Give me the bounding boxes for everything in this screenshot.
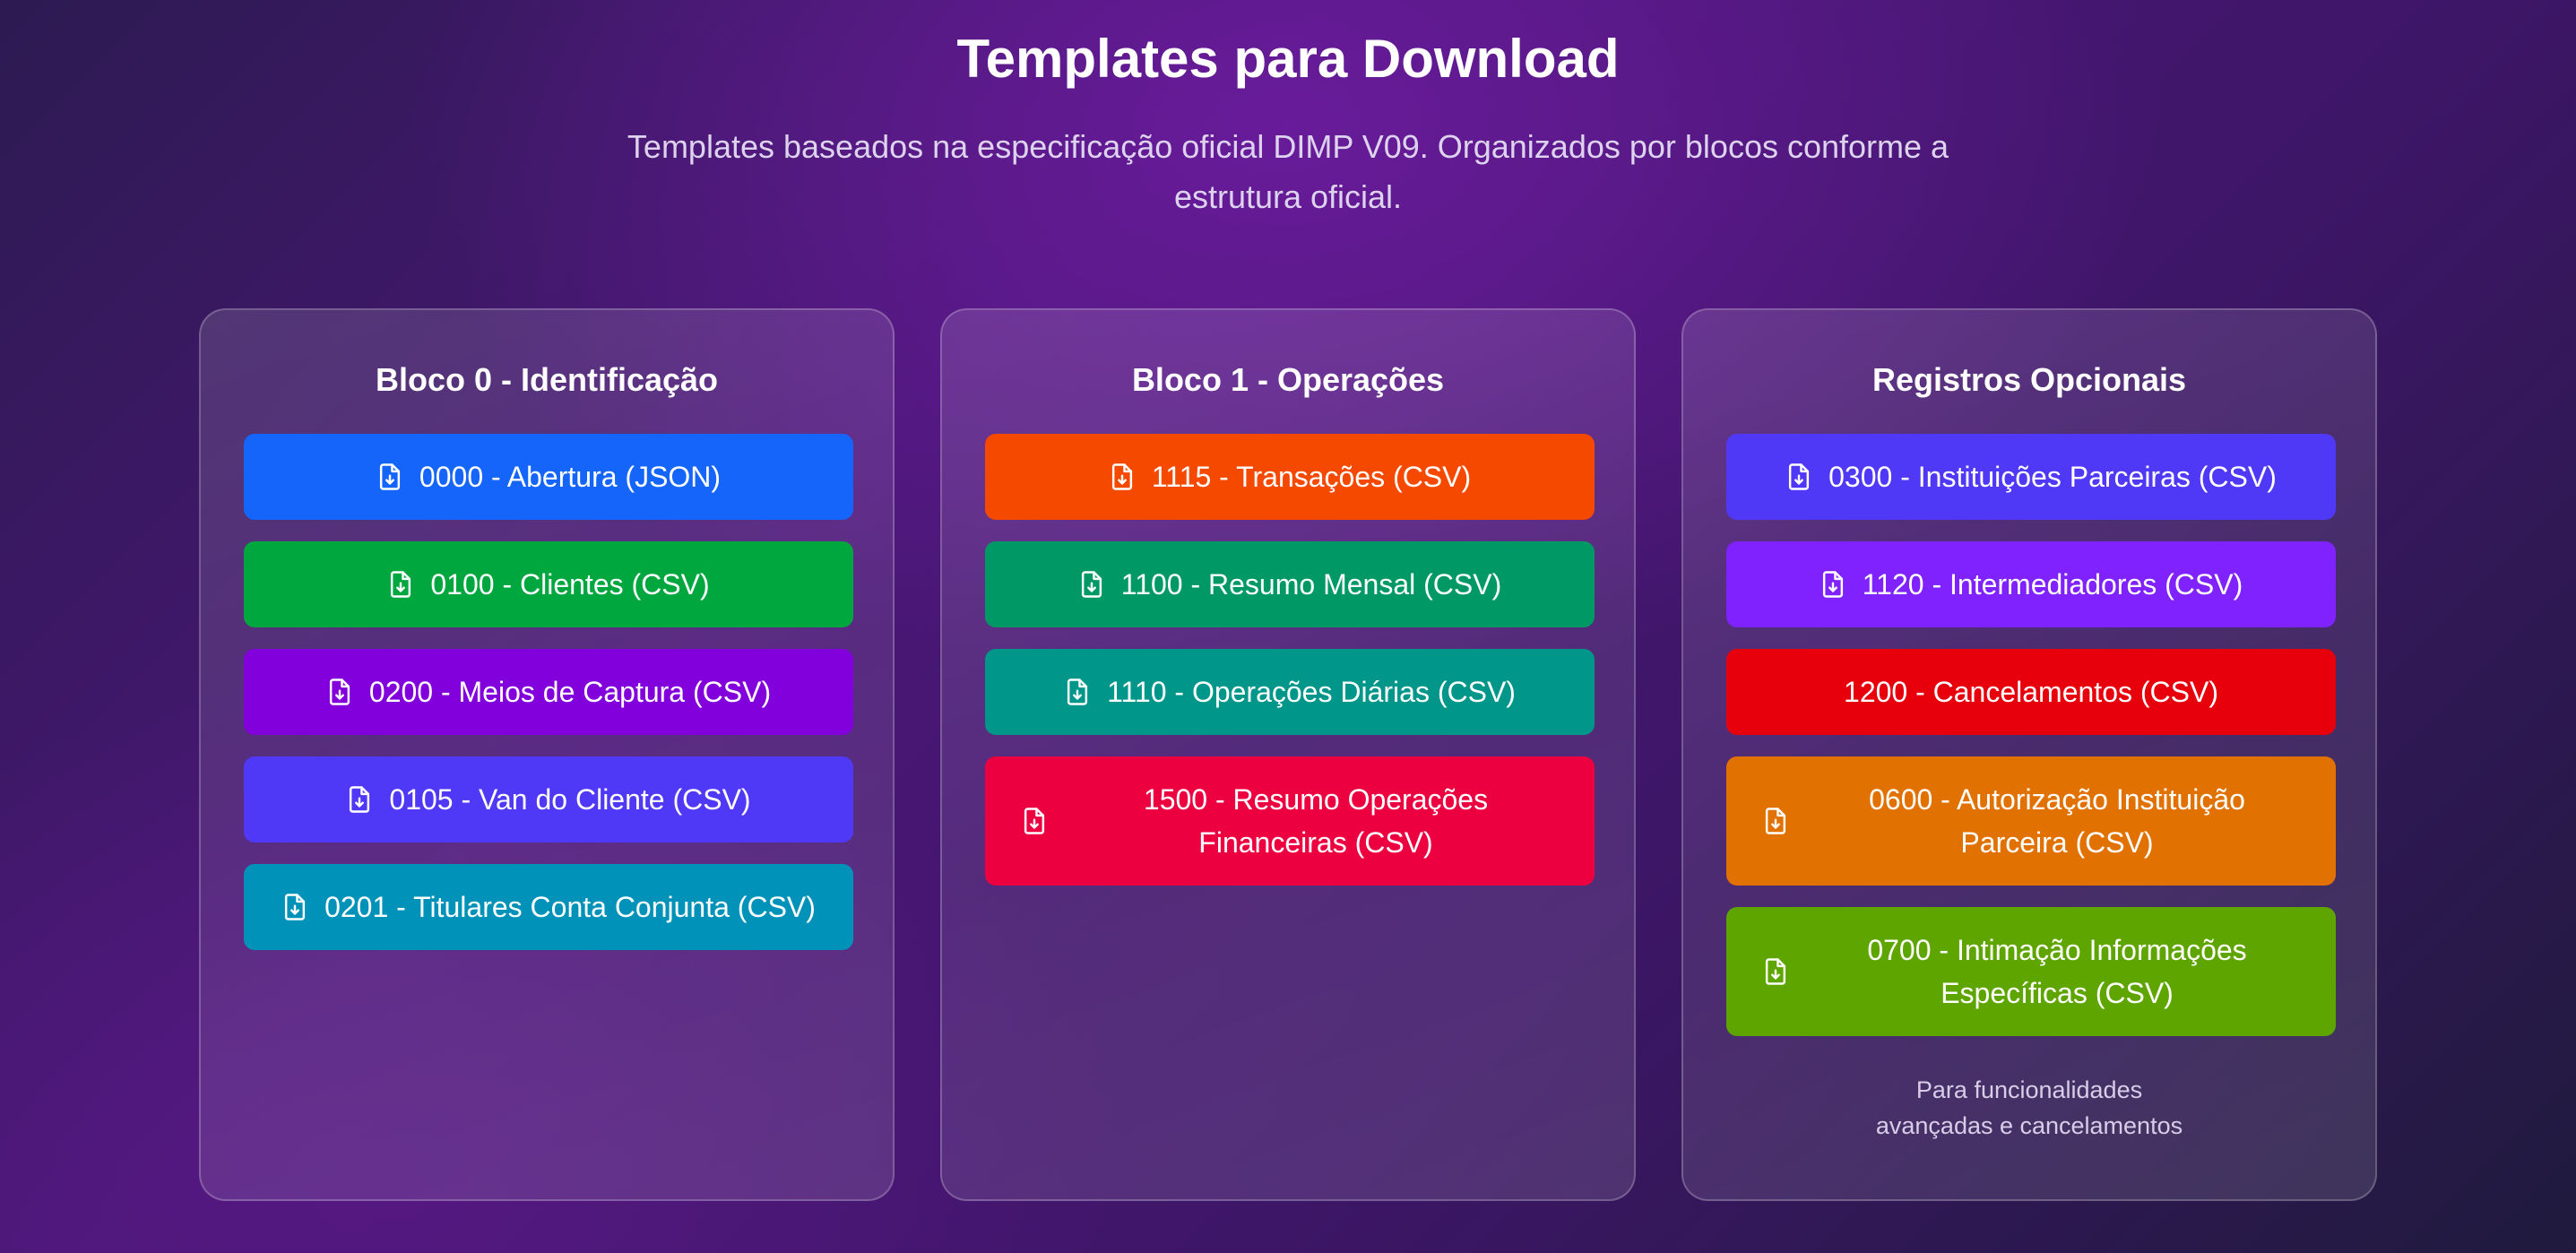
file-download-icon bbox=[376, 462, 403, 491]
file-download-icon bbox=[1762, 957, 1789, 986]
button-label: 1100 - Resumo Mensal (CSV) bbox=[1120, 568, 1502, 601]
button-list: 1115 - Transações (CSV) 1100 - Resumo Me… bbox=[985, 434, 1595, 907]
button-label: 0700 - Intimação Informações Específicas… bbox=[1867, 934, 2247, 1009]
card-title: Bloco 1 - Operações bbox=[1131, 361, 1445, 398]
download-0000-button[interactable]: 0000 - Abertura (JSON) bbox=[244, 434, 853, 520]
button-label: 0100 - Clientes (CSV) bbox=[430, 568, 710, 601]
download-0300-button[interactable]: 0300 - Instituições Parceiras (CSV) bbox=[1726, 434, 2336, 520]
download-1110-button[interactable]: 1110 - Operações Diárias (CSV) bbox=[985, 649, 1595, 735]
page-title: Templates para Download bbox=[956, 29, 1620, 89]
file-download-icon bbox=[1021, 807, 1048, 835]
file-download-icon bbox=[1762, 807, 1789, 835]
file-download-icon bbox=[281, 893, 308, 921]
card-title: Registros Opcionais bbox=[1871, 361, 2187, 398]
button-label: 1110 - Operações Diárias (CSV) bbox=[1107, 676, 1516, 708]
download-1115-button[interactable]: 1115 - Transações (CSV) bbox=[985, 434, 1595, 520]
card-title: Bloco 0 - Identificação bbox=[375, 361, 719, 398]
download-0201-button[interactable]: 0201 - Titulares Conta Conjunta (CSV) bbox=[244, 864, 853, 950]
button-label: 0300 - Instituições Parceiras (CSV) bbox=[1828, 461, 2277, 493]
button-label: 1500 - Resumo Operações Financeiras (CSV… bbox=[1143, 783, 1489, 859]
button-list: 0300 - Instituições Parceiras (CSV) 1120… bbox=[1726, 434, 2336, 1058]
page: Templates para Download Templates basead… bbox=[0, 0, 2576, 1253]
file-download-icon bbox=[1785, 462, 1812, 491]
file-download-icon bbox=[387, 570, 414, 599]
button-label: 0105 - Van do Cliente (CSV) bbox=[389, 783, 751, 816]
button-label: 0000 - Abertura (JSON) bbox=[419, 461, 722, 493]
file-download-icon bbox=[1064, 678, 1091, 706]
button-label: 0600 - Autorização Instituição Parceira … bbox=[1869, 783, 2245, 859]
download-1100-button[interactable]: 1100 - Resumo Mensal (CSV) bbox=[985, 541, 1595, 627]
button-label: 0201 - Titulares Conta Conjunta (CSV) bbox=[324, 891, 816, 923]
file-download-icon bbox=[346, 785, 373, 814]
page-subtitle: Templates baseados na especificação ofic… bbox=[627, 128, 1949, 215]
download-0200-button[interactable]: 0200 - Meios de Captura (CSV) bbox=[244, 649, 853, 735]
download-0600-button[interactable]: 0600 - Autorização Instituição Parceira … bbox=[1726, 756, 2336, 886]
download-1200-button[interactable]: 1200 - Cancelamentos (CSV) bbox=[1726, 649, 2336, 735]
download-1120-button[interactable]: 1120 - Intermediadores (CSV) bbox=[1726, 541, 2336, 627]
file-download-icon bbox=[326, 678, 353, 706]
file-download-icon bbox=[1078, 570, 1105, 599]
button-label: 1120 - Intermediadores (CSV) bbox=[1862, 568, 2243, 601]
download-1500-button[interactable]: 1500 - Resumo Operações Financeiras (CSV… bbox=[985, 756, 1595, 886]
button-label: 1115 - Transações (CSV) bbox=[1151, 461, 1472, 493]
download-0700-button[interactable]: 0700 - Intimação Informações Específicas… bbox=[1726, 907, 2336, 1036]
download-0105-button[interactable]: 0105 - Van do Cliente (CSV) bbox=[244, 756, 853, 843]
button-list: 0000 - Abertura (JSON) 0100 - Clientes (… bbox=[244, 434, 853, 972]
file-download-icon bbox=[1109, 462, 1136, 491]
button-label: 1200 - Cancelamentos (CSV) bbox=[1844, 676, 2218, 708]
file-download-icon bbox=[1820, 570, 1846, 599]
download-0100-button[interactable]: 0100 - Clientes (CSV) bbox=[244, 541, 853, 627]
card-bloco-0: Bloco 0 - Identificação 0000 - Abertura … bbox=[199, 308, 895, 1201]
button-label: 0200 - Meios de Captura (CSV) bbox=[368, 676, 772, 708]
card-bloco-1: Bloco 1 - Operações 1115 - Transações (C… bbox=[940, 308, 1636, 1201]
card-registros-opcionais: Registros Opcionais 0300 - Instituições … bbox=[1681, 308, 2377, 1201]
optional-records-note: Para funcionalidades avançadas e cancela… bbox=[1875, 1076, 2183, 1139]
